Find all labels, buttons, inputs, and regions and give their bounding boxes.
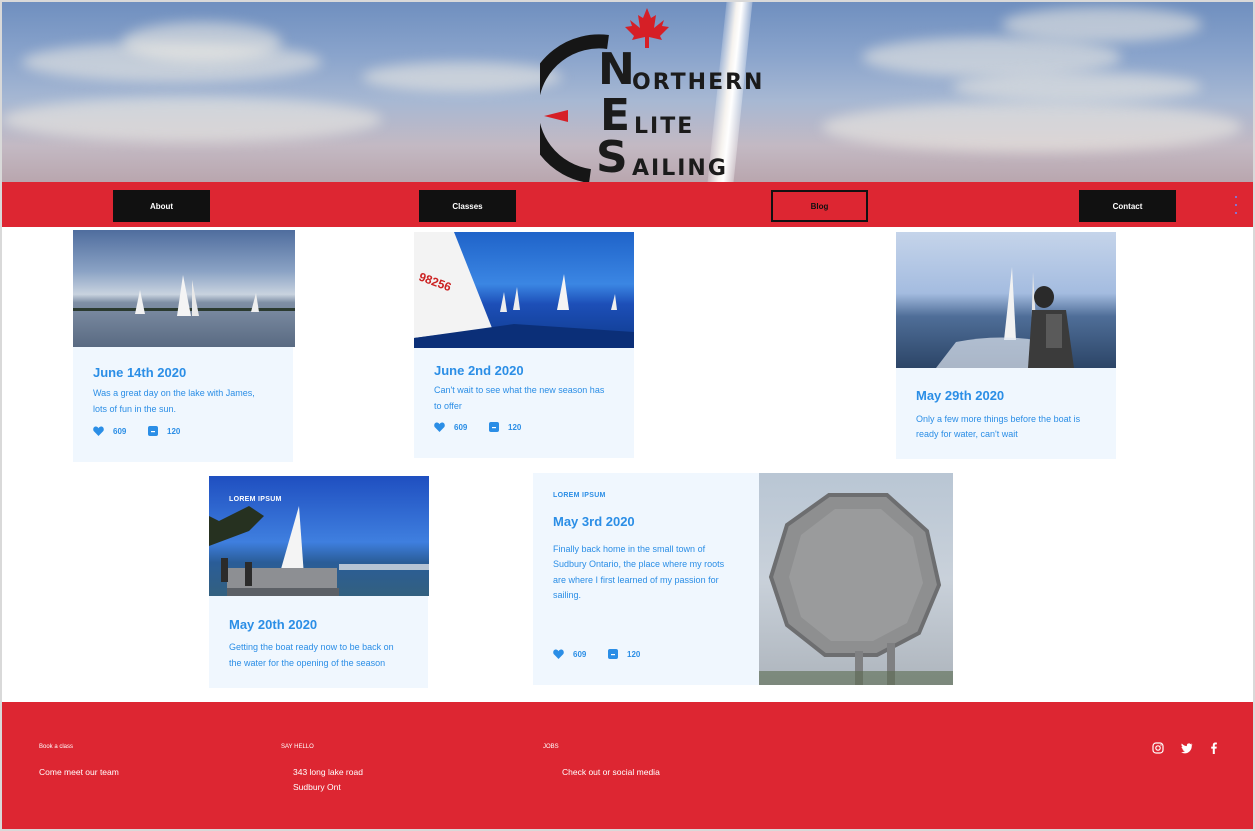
post-excerpt-line: sailing. — [553, 590, 582, 600]
heart-icon — [553, 649, 564, 659]
heart-icon — [434, 422, 445, 432]
like-count[interactable]: 609 — [434, 422, 467, 432]
post-eyebrow: LOREM IPSUM — [229, 496, 282, 503]
post-excerpt-line: lots of fun in the sun. — [93, 404, 177, 414]
main-nav: About Classes Blog Contact — [2, 182, 1253, 227]
post-excerpt-line: Only a few more things before the boat i… — [916, 414, 1081, 424]
post-excerpt-line: Was a great day on the lake with James, — [93, 388, 255, 398]
post-photo — [759, 473, 953, 685]
post-excerpt-line: Can't wait to see what the new season ha… — [434, 385, 605, 395]
post-card-june-14[interactable]: June 14th 2020 Was a great day on the la… — [73, 230, 295, 462]
like-count[interactable]: 609 — [553, 649, 586, 659]
comment-icon — [148, 426, 158, 436]
logo-letter-s: S — [596, 132, 630, 182]
post-card-may-29[interactable]: May 29th 2020 Only a few more things bef… — [896, 232, 1116, 459]
logo-letter-n: N — [598, 44, 637, 95]
nav-contact-button[interactable]: Contact — [1079, 190, 1176, 222]
post-title[interactable]: May 3rd 2020 — [553, 514, 635, 529]
logo-word-elite: LITE — [634, 114, 695, 139]
like-count-value: 609 — [113, 426, 127, 436]
footer-heading-say-hello: SAY HELLO — [281, 744, 314, 750]
post-excerpt-line: Getting the boat ready now to be back on — [229, 642, 394, 652]
nav-classes-button[interactable]: Classes — [419, 190, 516, 222]
post-card-may-3[interactable]: LOREM IPSUM May 3rd 2020 Finally back ho… — [533, 473, 953, 685]
maple-leaf-icon — [625, 8, 669, 48]
logo-word-sailing: AILING — [632, 156, 728, 181]
facebook-icon[interactable] — [1208, 741, 1220, 754]
comment-count-value: 120 — [627, 649, 641, 659]
post-excerpt-line: ready for water, can't wait — [916, 429, 1018, 439]
post-photo — [896, 232, 1116, 368]
comment-icon — [608, 649, 618, 659]
post-photo — [209, 476, 429, 596]
site-logo[interactable]: N ORTHERN E LITE S AILING — [540, 6, 800, 182]
post-title[interactable]: June 14th 2020 — [93, 365, 186, 380]
post-eyebrow: LOREM IPSUM — [553, 492, 606, 499]
nav-blog-button[interactable]: Blog — [771, 190, 868, 222]
comment-count-value: 120 — [167, 426, 181, 436]
comment-count-value: 120 — [508, 422, 522, 432]
like-count-value: 609 — [454, 422, 468, 432]
footer-address-line: Sudbury Ont — [293, 782, 341, 792]
post-excerpt-line: to offer — [434, 401, 462, 411]
footer-heading-book: Book a class — [39, 744, 74, 750]
comment-count[interactable]: 120 — [608, 649, 640, 659]
post-excerpt-line: Finally back home in the small town of — [553, 544, 706, 554]
comment-count[interactable]: 120 — [148, 426, 180, 436]
post-title[interactable]: June 2nd 2020 — [434, 363, 524, 378]
post-excerpt-line: are where I first learned of my passion … — [553, 575, 719, 585]
twitter-icon[interactable] — [1181, 741, 1193, 754]
post-photo — [73, 230, 295, 347]
post-photo: 98256 — [414, 232, 634, 348]
post-excerpt-line: Sudbury Ontario, the place where my root… — [553, 559, 725, 569]
instagram-icon[interactable] — [1152, 741, 1164, 754]
nav-about-button[interactable]: About — [113, 190, 210, 222]
heart-icon — [93, 426, 104, 436]
more-menu-icon[interactable] — [1232, 196, 1240, 214]
post-title[interactable]: May 20th 2020 — [229, 617, 317, 632]
hero-banner: N ORTHERN E LITE S AILING — [2, 2, 1253, 182]
footer-link-team[interactable]: Come meet our team — [39, 765, 119, 780]
site-footer: Book a class Come meet our team SAY HELL… — [2, 702, 1253, 829]
footer-heading-jobs: JOBS — [543, 744, 559, 750]
footer-link-social[interactable]: Check out or social media — [562, 765, 660, 780]
like-count[interactable]: 609 — [93, 426, 126, 436]
footer-address-line: 343 long lake road — [293, 767, 363, 777]
post-card-june-2[interactable]: 98256 June 2nd 2020 Can't wait to see wh… — [414, 232, 634, 458]
page: N ORTHERN E LITE S AILING About Classes … — [0, 0, 1255, 831]
post-card-may-20[interactable]: LOREM IPSUM May 20th 2020 Getting the bo… — [209, 476, 429, 688]
like-count-value: 609 — [573, 649, 587, 659]
logo-word-northern: ORTHERN — [632, 70, 765, 95]
comment-count[interactable]: 120 — [489, 422, 521, 432]
post-title[interactable]: May 29th 2020 — [916, 388, 1004, 403]
comment-icon — [489, 422, 499, 432]
post-excerpt-line: the water for the opening of the season — [229, 658, 386, 668]
